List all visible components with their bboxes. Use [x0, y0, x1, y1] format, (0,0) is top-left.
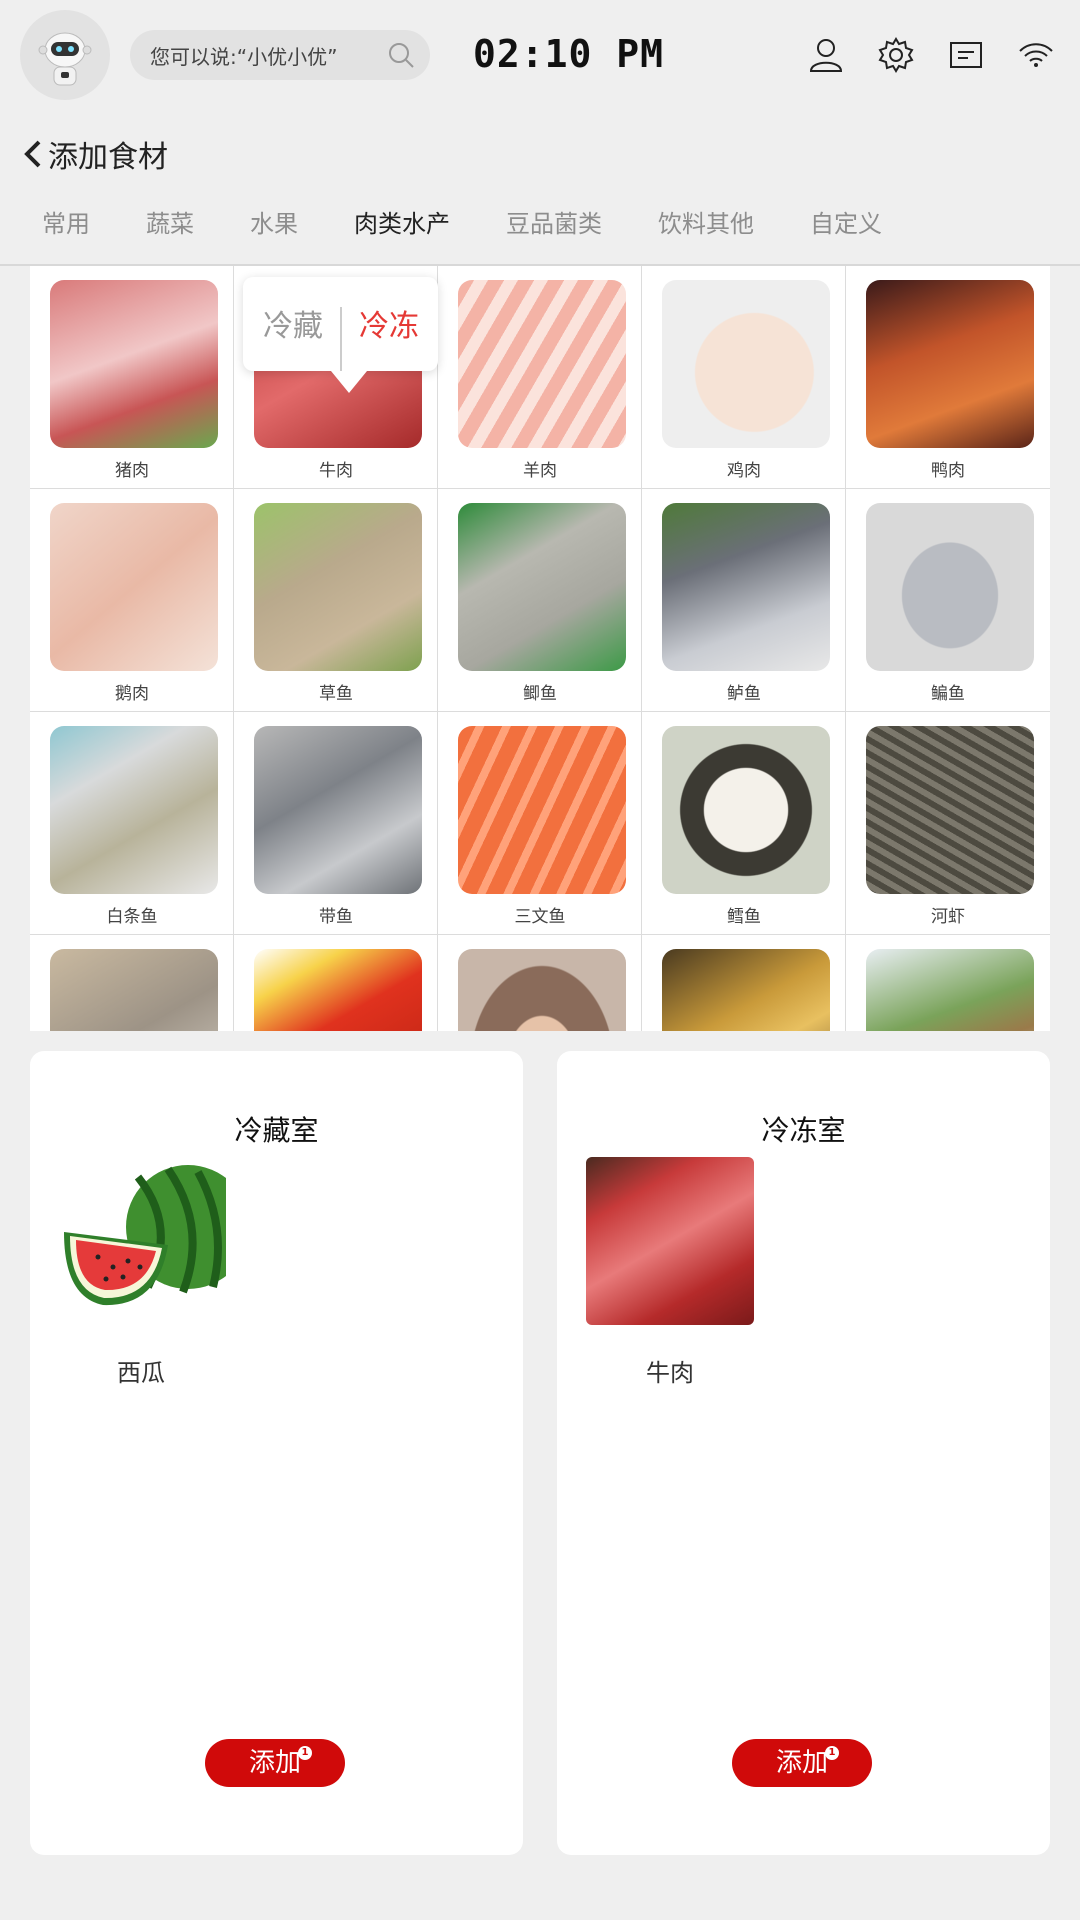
add-button-label: 添加 [248, 1748, 301, 1778]
freezer-panel: 冷冻室 牛肉 添加 1 [557, 1051, 1050, 1855]
category-tabs: 常用 蔬菜 水果 肉类水产 豆品菌类 饮料其他 自定义 [0, 190, 1080, 265]
add-button-label: 添加 [775, 1748, 828, 1778]
option-refrigerate[interactable]: 冷藏 [263, 301, 323, 345]
watermelon-image[interactable] [58, 1157, 226, 1325]
voice-search-box[interactable]: 您可以说:“小优小优” [130, 30, 430, 80]
ingredient-label: 鸭肉 [931, 461, 965, 481]
shrimp-image [50, 949, 218, 1031]
robot-icon [38, 32, 92, 86]
ingredient-duck[interactable]: 鸭肉 [846, 266, 1050, 489]
back-button[interactable]: 添加食材 [22, 132, 168, 176]
ingredient-label: 鳕鱼 [727, 907, 761, 927]
ingredient-label: 草鱼 [319, 684, 353, 704]
ingredient-label: 鲫鱼 [523, 684, 557, 704]
lamb-image [458, 280, 626, 448]
hairtail-image [254, 726, 422, 894]
whitefish-image [50, 726, 218, 894]
ingredient-label: 河虾 [931, 907, 965, 927]
page-title: 添加食材 [48, 140, 168, 175]
cod-image [662, 726, 830, 894]
popover-divider [340, 307, 342, 371]
search-icon[interactable] [386, 40, 416, 70]
ingredient-label: 三文鱼 [514, 907, 566, 927]
ingredient-river-shrimp[interactable]: 河虾 [846, 712, 1050, 935]
ingredient-lobster[interactable] [234, 935, 438, 1031]
ingredient-scallop[interactable] [438, 935, 642, 1031]
scallop-image [458, 949, 626, 1031]
mixed-seafood-image [662, 949, 830, 1031]
count-badge: 1 [298, 1746, 312, 1760]
freezer-add-button[interactable]: 添加 1 [732, 1739, 872, 1787]
duck-image [866, 280, 1034, 448]
fridge-panel: 冷藏室 西瓜 添加 1 [30, 1051, 523, 1855]
chicken-image [662, 280, 830, 448]
ingredient-label: 鲈鱼 [727, 684, 761, 704]
storage-choice-popover: 冷藏 冷冻 [243, 277, 438, 393]
freezer-title: 冷冻室 [761, 1114, 846, 1147]
perch-image [662, 503, 830, 671]
ingredient-label: 鳊鱼 [931, 684, 965, 704]
tab-meat-seafood[interactable]: 肉类水产 [354, 204, 450, 239]
ingredient-label: 带鱼 [319, 907, 353, 927]
goose-image [50, 503, 218, 671]
pork-image [50, 280, 218, 448]
ingredient-grid: 猪肉 牛肉 羊肉 鸡肉 鸭肉 鹅肉 草鱼 鲫鱼 鲈鱼 鳊鱼 白条鱼 带鱼 三文鱼… [30, 266, 1050, 1031]
search-placeholder: 您可以说:“小优小优” [150, 44, 338, 69]
loach-image [866, 949, 1034, 1031]
ingredient-chicken[interactable]: 鸡肉 [642, 266, 846, 489]
ingredient-bream[interactable]: 鳊鱼 [846, 489, 1050, 712]
chevron-left-icon [24, 140, 41, 168]
watermelon-icon [58, 1157, 226, 1325]
freezer-item-label: 牛肉 [646, 1359, 694, 1387]
ingredient-label: 鹅肉 [115, 684, 149, 704]
tab-common[interactable]: 常用 [42, 204, 90, 239]
tab-custom[interactable]: 自定义 [810, 204, 882, 239]
ingredient-label: 牛肉 [319, 461, 353, 481]
clock: 02:10 PM [473, 32, 665, 76]
bream-image [866, 503, 1034, 671]
ingredient-hairtail[interactable]: 带鱼 [234, 712, 438, 935]
fridge-add-button[interactable]: 添加 1 [205, 1739, 345, 1787]
ingredient-shrimp[interactable] [30, 935, 234, 1031]
fridge-title: 冷藏室 [234, 1114, 319, 1147]
ingredient-salmon[interactable]: 三文鱼 [438, 712, 642, 935]
status-bar: 您可以说:“小优小优” 02:10 PM [0, 0, 1080, 110]
tab-drinks-other[interactable]: 饮料其他 [658, 204, 754, 239]
option-freeze[interactable]: 冷冻 [359, 301, 419, 345]
river-shrimp-image [866, 726, 1034, 894]
ingredient-cod[interactable]: 鳕鱼 [642, 712, 846, 935]
ingredient-goose[interactable]: 鹅肉 [30, 489, 234, 712]
user-icon[interactable] [806, 35, 846, 75]
ingredient-loach[interactable] [846, 935, 1050, 1031]
gear-icon[interactable] [876, 35, 916, 75]
salmon-image [458, 726, 626, 894]
tab-vegetables[interactable]: 蔬菜 [146, 204, 194, 239]
ingredient-label: 猪肉 [115, 461, 149, 481]
page-header: 添加食材 [0, 110, 1080, 190]
count-badge: 1 [825, 1746, 839, 1760]
crucian-carp-image [458, 503, 626, 671]
ingredient-grass-carp[interactable]: 草鱼 [234, 489, 438, 712]
lobster-image [254, 949, 422, 1031]
ingredient-pork[interactable]: 猪肉 [30, 266, 234, 489]
ingredient-lamb[interactable]: 羊肉 [438, 266, 642, 489]
ingredient-label: 白条鱼 [106, 907, 158, 927]
beef-image[interactable] [586, 1157, 754, 1325]
grass-carp-image [254, 503, 422, 671]
ingredient-perch[interactable]: 鲈鱼 [642, 489, 846, 712]
tab-fruits[interactable]: 水果 [250, 204, 298, 239]
ingredient-crucian-carp[interactable]: 鲫鱼 [438, 489, 642, 712]
fridge-item-label: 西瓜 [117, 1359, 165, 1387]
robot-assistant-avatar[interactable] [20, 10, 110, 100]
message-icon[interactable] [946, 35, 986, 75]
ingredient-whitefish[interactable]: 白条鱼 [30, 712, 234, 935]
wifi-icon[interactable] [1016, 35, 1056, 75]
ingredient-mixed-seafood[interactable] [642, 935, 846, 1031]
ingredient-label: 鸡肉 [727, 461, 761, 481]
ingredient-label: 羊肉 [523, 461, 557, 481]
popover-arrow [331, 371, 367, 393]
tab-beans-mushrooms[interactable]: 豆品菌类 [506, 204, 602, 239]
